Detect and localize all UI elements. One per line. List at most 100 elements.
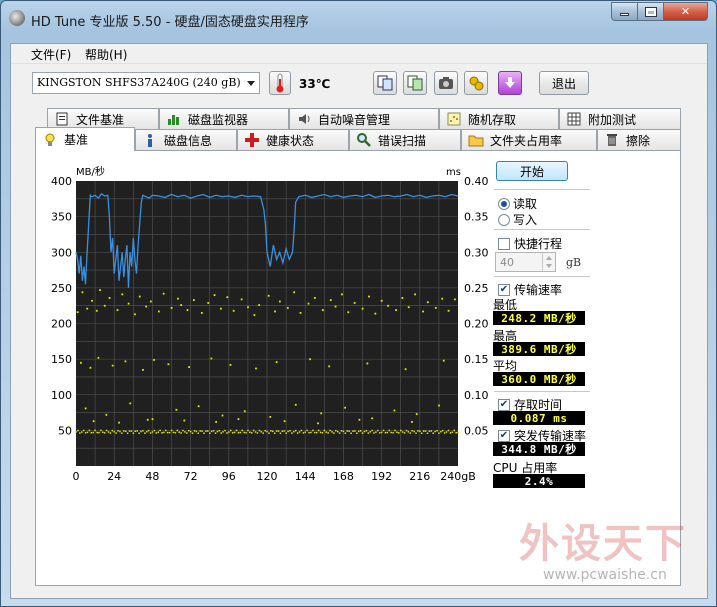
spinner-arrows-icon[interactable]: [542, 253, 555, 271]
grid-icon: [566, 111, 582, 127]
menu-help[interactable]: 帮助(H): [85, 46, 127, 63]
x-tick-label: 216: [409, 470, 430, 483]
access-time-point: [401, 431, 404, 433]
access-time-point: [314, 431, 316, 434]
access-time-point: [434, 307, 437, 309]
minimize-button[interactable]: [611, 2, 638, 21]
access-time-point: [119, 430, 121, 433]
access-time-point: [102, 431, 104, 434]
access-time-point: [249, 431, 251, 434]
access-time-point: [443, 432, 446, 434]
y-right-tick-label: 0.20: [464, 318, 489, 331]
save-button[interactable]: [498, 71, 522, 95]
access-time-point: [81, 431, 83, 433]
access-time-point: [419, 430, 421, 433]
access-time-point: [457, 431, 459, 434]
access-time-point: [285, 432, 287, 434]
tab-extra-tests[interactable]: 附加测试: [559, 108, 681, 129]
tab-erase[interactable]: 擦除: [597, 129, 681, 150]
access-time-point: [220, 432, 222, 434]
access-time-point: [426, 301, 429, 304]
access-time-point: [126, 432, 129, 435]
tab-folder-usage[interactable]: 文件夹占用率: [461, 129, 597, 150]
tab-random-access[interactable]: 随机存取: [439, 108, 559, 129]
folder-icon: [468, 132, 484, 148]
cpu-value: 2.4%: [493, 474, 585, 488]
tab-disk-monitor[interactable]: 磁盘监视器: [159, 108, 289, 129]
access-time-point: [422, 430, 425, 432]
access-time-point: [350, 432, 352, 435]
trash-icon: [604, 132, 620, 148]
access-time-point: [449, 432, 452, 434]
access-time-point: [166, 431, 169, 434]
options-button[interactable]: [464, 71, 488, 95]
access-time-point: [92, 420, 95, 423]
y-left-tick-label: 300: [51, 246, 72, 259]
title-bar[interactable]: HD Tune 专业版 5.50 - 硬盘/固态硬盘实用程序 ✕: [1, 1, 716, 41]
tab-disk-info[interactable]: 磁盘信息: [135, 129, 237, 150]
access-time-point: [415, 413, 418, 415]
benchmark-panel: MB/秒 ms 50 100 150 200 250 300 350 400 0.05 0.10…: [35, 150, 681, 586]
screenshot-button[interactable]: [434, 71, 458, 95]
tab-health[interactable]: 健康状态: [237, 129, 349, 150]
access-time-point: [192, 299, 195, 301]
quick-stroke-value: 40: [500, 256, 514, 269]
access-time-point: [255, 367, 257, 370]
tab-benchmark[interactable]: 基准: [35, 127, 135, 151]
quick-stroke-checkbox[interactable]: 快捷行程: [498, 235, 562, 252]
exit-button[interactable]: 退出: [539, 71, 589, 95]
copy-info-button[interactable]: [373, 71, 397, 95]
access-time-point: [176, 429, 179, 432]
quick-stroke-spinner[interactable]: 40: [495, 252, 556, 272]
maximize-button[interactable]: [638, 2, 664, 21]
access-time-point: [191, 432, 194, 434]
access-time-point: [361, 432, 364, 434]
access-time-point: [175, 408, 178, 411]
access-time-point: [107, 431, 110, 433]
access-time-point: [454, 298, 456, 301]
access-time-point: [274, 310, 276, 313]
transfer-rate-label: 传输速率: [514, 283, 563, 297]
access-time-point: [201, 430, 203, 432]
access-time-point: [222, 431, 224, 433]
close-button[interactable]: ✕: [664, 2, 708, 21]
access-time-point: [147, 429, 150, 432]
access-time-point: [375, 431, 377, 433]
tab-error-scan[interactable]: 错误扫描: [349, 129, 461, 150]
start-button[interactable]: 开始: [496, 161, 568, 181]
y-left-tick-label: 350: [51, 211, 72, 224]
access-time-point: [359, 430, 362, 432]
access-time-point: [441, 297, 444, 300]
access-time-value: 0.087 ms: [493, 411, 585, 425]
tab-noise-management[interactable]: 自动噪音管理: [289, 108, 439, 129]
y-right-tick-label: 0.15: [464, 353, 489, 366]
copy-screen-button[interactable]: [403, 71, 427, 95]
read-radio[interactable]: 读取: [498, 195, 537, 212]
access-time-point: [430, 430, 433, 432]
access-time-point: [90, 431, 93, 434]
menu-file[interactable]: 文件(F): [31, 46, 71, 63]
access-time-point: [357, 430, 360, 433]
access-time-point: [312, 429, 314, 432]
access-time-point: [82, 429, 85, 432]
access-time-point: [346, 430, 349, 432]
access-time-point: [405, 429, 408, 432]
drive-select[interactable]: KINGSTON SHFS37A240G (240 gB): [32, 72, 260, 94]
access-time-point: [395, 309, 397, 311]
y-right-tick-label: 0.25: [464, 282, 489, 295]
access-time-point: [403, 432, 406, 434]
access-time-point: [313, 297, 316, 299]
access-time-point: [165, 429, 167, 432]
maximize-icon: [644, 6, 657, 17]
caption-buttons: ✕: [611, 2, 708, 21]
tab-file-benchmark[interactable]: 文件基准: [47, 108, 159, 129]
write-radio[interactable]: 写入: [498, 211, 537, 228]
temperature-button[interactable]: [269, 71, 291, 95]
x-tick-label: 192: [371, 470, 392, 483]
access-time-point: [130, 430, 133, 432]
access-time-point: [237, 431, 240, 434]
access-time-point: [124, 360, 127, 363]
access-time-point: [108, 297, 111, 299]
exit-button-label: 退出: [551, 76, 576, 91]
tab-label: 附加测试: [588, 112, 637, 127]
